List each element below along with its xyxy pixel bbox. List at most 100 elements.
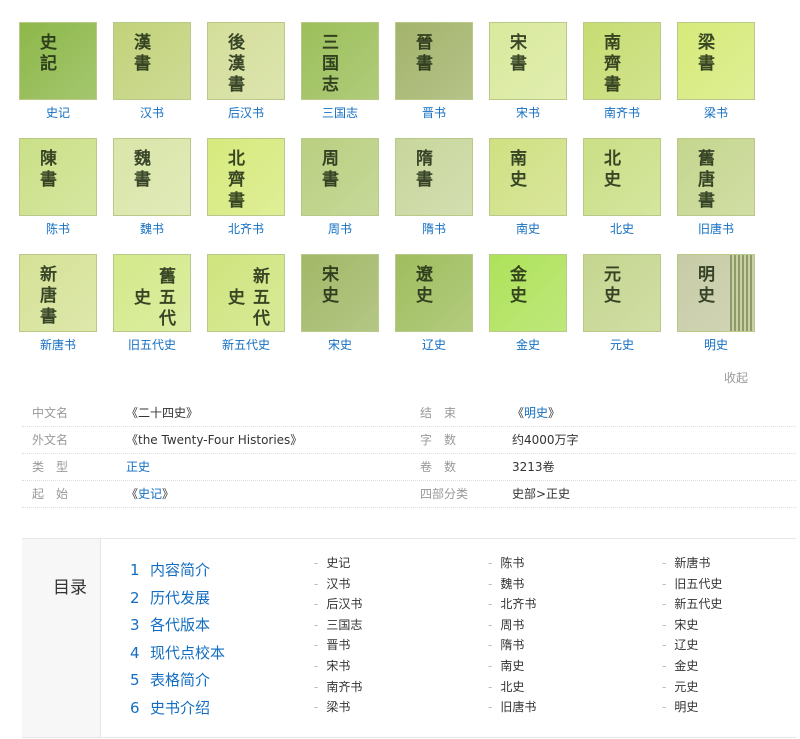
subtoc-item[interactable]: 宋书 [314, 656, 362, 677]
book-caption-link[interactable]: 金史 [483, 338, 573, 352]
book-item[interactable]: 遼史 辽史 [389, 254, 479, 352]
subtoc-item[interactable]: 史记 [314, 553, 362, 574]
book-cover-image[interactable]: 陳書 [19, 138, 97, 216]
book-item[interactable]: 三国志 三国志 [295, 22, 385, 120]
collapse-link[interactable]: 收起 [724, 369, 748, 386]
book-caption-link[interactable]: 宋书 [483, 106, 573, 120]
book-cover-image[interactable]: 宋史 [301, 254, 379, 332]
subtoc-item[interactable]: 南史 [488, 656, 536, 677]
book-caption-link[interactable]: 旧唐书 [671, 222, 761, 236]
book-cover-image[interactable]: 三国志 [301, 22, 379, 100]
book-caption-link[interactable]: 史记 [13, 106, 103, 120]
subtoc-item[interactable]: 南齐书 [314, 677, 362, 698]
book-caption-link[interactable]: 宋史 [295, 338, 385, 352]
book-cover-image[interactable]: 舊五代史 [113, 254, 191, 332]
subtoc-item[interactable]: 梁书 [314, 697, 362, 718]
book-cover-image[interactable]: 梁書 [677, 22, 755, 100]
book-cover-image[interactable]: 新唐書 [19, 254, 97, 332]
toc-item[interactable]: 2 历代发展 [130, 585, 225, 613]
book-item[interactable]: 舊唐書 旧唐书 [671, 138, 761, 236]
subtoc-item[interactable]: 后汉书 [314, 594, 362, 615]
book-item[interactable]: 元史 元史 [577, 254, 667, 352]
book-cover-image[interactable]: 北齊書 [207, 138, 285, 216]
book-item[interactable]: 後漢書 后汉书 [201, 22, 291, 120]
book-item[interactable]: 宋書 宋书 [483, 22, 573, 120]
subtoc-item[interactable]: 新五代史 [662, 594, 722, 615]
subtoc-item[interactable]: 旧唐书 [488, 697, 536, 718]
toc-item[interactable]: 6 史书介绍 [130, 695, 225, 723]
book-item[interactable]: 明史 明史 [671, 254, 761, 352]
book-caption-link[interactable]: 明史 [671, 338, 761, 352]
book-cover-image[interactable]: 魏書 [113, 138, 191, 216]
subtoc-item[interactable]: 旧五代史 [662, 574, 722, 595]
book-item[interactable]: 漢書 汉书 [107, 22, 197, 120]
subtoc-item[interactable]: 隋书 [488, 635, 536, 656]
book-caption-link[interactable]: 隋书 [389, 222, 479, 236]
book-item[interactable]: 周書 周书 [295, 138, 385, 236]
book-item[interactable]: 新唐書 新唐书 [13, 254, 103, 352]
subtoc-item[interactable]: 周书 [488, 615, 536, 636]
link-mingshi[interactable]: 明史 [524, 406, 548, 420]
book-item[interactable]: 晉書 晋书 [389, 22, 479, 120]
book-cover-image[interactable]: 史記 [19, 22, 97, 100]
subtoc-item[interactable]: 陈书 [488, 553, 536, 574]
subtoc-item[interactable]: 魏书 [488, 574, 536, 595]
book-cover-image[interactable]: 漢書 [113, 22, 191, 100]
book-caption-link[interactable]: 三国志 [295, 106, 385, 120]
subtoc-item[interactable]: 宋史 [662, 615, 722, 636]
book-item[interactable]: 北史 北史 [577, 138, 667, 236]
subtoc-item[interactable]: 新唐书 [662, 553, 722, 574]
book-caption-link[interactable]: 新五代史 [201, 338, 291, 352]
subtoc-item[interactable]: 元史 [662, 677, 722, 698]
book-caption-link[interactable]: 南史 [483, 222, 573, 236]
book-cover-image[interactable]: 隋書 [395, 138, 473, 216]
book-cover-image[interactable]: 遼史 [395, 254, 473, 332]
book-item[interactable]: 舊五代史 旧五代史 [107, 254, 197, 352]
book-caption-link[interactable]: 晋书 [389, 106, 479, 120]
toc-item[interactable]: 4 现代点校本 [130, 640, 225, 668]
book-cover-image[interactable]: 元史 [583, 254, 661, 332]
subtoc-item[interactable]: 辽史 [662, 635, 722, 656]
book-item[interactable]: 金史 金史 [483, 254, 573, 352]
book-cover-image[interactable]: 後漢書 [207, 22, 285, 100]
book-item[interactable]: 南齊書 南齐书 [577, 22, 667, 120]
book-cover-image[interactable]: 宋書 [489, 22, 567, 100]
book-item[interactable]: 北齊書 北齐书 [201, 138, 291, 236]
book-caption-link[interactable]: 魏书 [107, 222, 197, 236]
subtoc-item[interactable]: 北齐书 [488, 594, 536, 615]
book-cover-image[interactable]: 周書 [301, 138, 379, 216]
book-caption-link[interactable]: 北史 [577, 222, 667, 236]
book-cover-image[interactable]: 北史 [583, 138, 661, 216]
book-cover-image[interactable]: 舊唐書 [677, 138, 755, 216]
link-zhengshi[interactable]: 正史 [126, 454, 150, 480]
book-caption-link[interactable]: 南齐书 [577, 106, 667, 120]
toc-item[interactable]: 3 各代版本 [130, 612, 225, 640]
book-cover-image[interactable]: 金史 [489, 254, 567, 332]
book-caption-link[interactable]: 元史 [577, 338, 667, 352]
book-caption-link[interactable]: 旧五代史 [107, 338, 197, 352]
book-item[interactable]: 史記 史记 [13, 22, 103, 120]
book-cover-image[interactable]: 南史 [489, 138, 567, 216]
book-item[interactable]: 南史 南史 [483, 138, 573, 236]
subtoc-item[interactable]: 明史 [662, 697, 722, 718]
book-caption-link[interactable]: 陈书 [13, 222, 103, 236]
book-caption-link[interactable]: 周书 [295, 222, 385, 236]
book-caption-link[interactable]: 北齐书 [201, 222, 291, 236]
book-caption-link[interactable]: 辽史 [389, 338, 479, 352]
book-item[interactable]: 宋史 宋史 [295, 254, 385, 352]
subtoc-item[interactable]: 晋书 [314, 635, 362, 656]
subtoc-item[interactable]: 汉书 [314, 574, 362, 595]
book-cover-image[interactable]: 南齊書 [583, 22, 661, 100]
book-caption-link[interactable]: 梁书 [671, 106, 761, 120]
book-item[interactable]: 新五代史 新五代史 [201, 254, 291, 352]
subtoc-item[interactable]: 北史 [488, 677, 536, 698]
book-cover-image[interactable]: 晉書 [395, 22, 473, 100]
book-cover-image[interactable]: 新五代史 [207, 254, 285, 332]
book-item[interactable]: 魏書 魏书 [107, 138, 197, 236]
book-caption-link[interactable]: 汉书 [107, 106, 197, 120]
book-item[interactable]: 隋書 隋书 [389, 138, 479, 236]
subtoc-item[interactable]: 三国志 [314, 615, 362, 636]
subtoc-item[interactable]: 金史 [662, 656, 722, 677]
toc-item[interactable]: 1 内容简介 [130, 557, 225, 585]
toc-item[interactable]: 5 表格简介 [130, 667, 225, 695]
